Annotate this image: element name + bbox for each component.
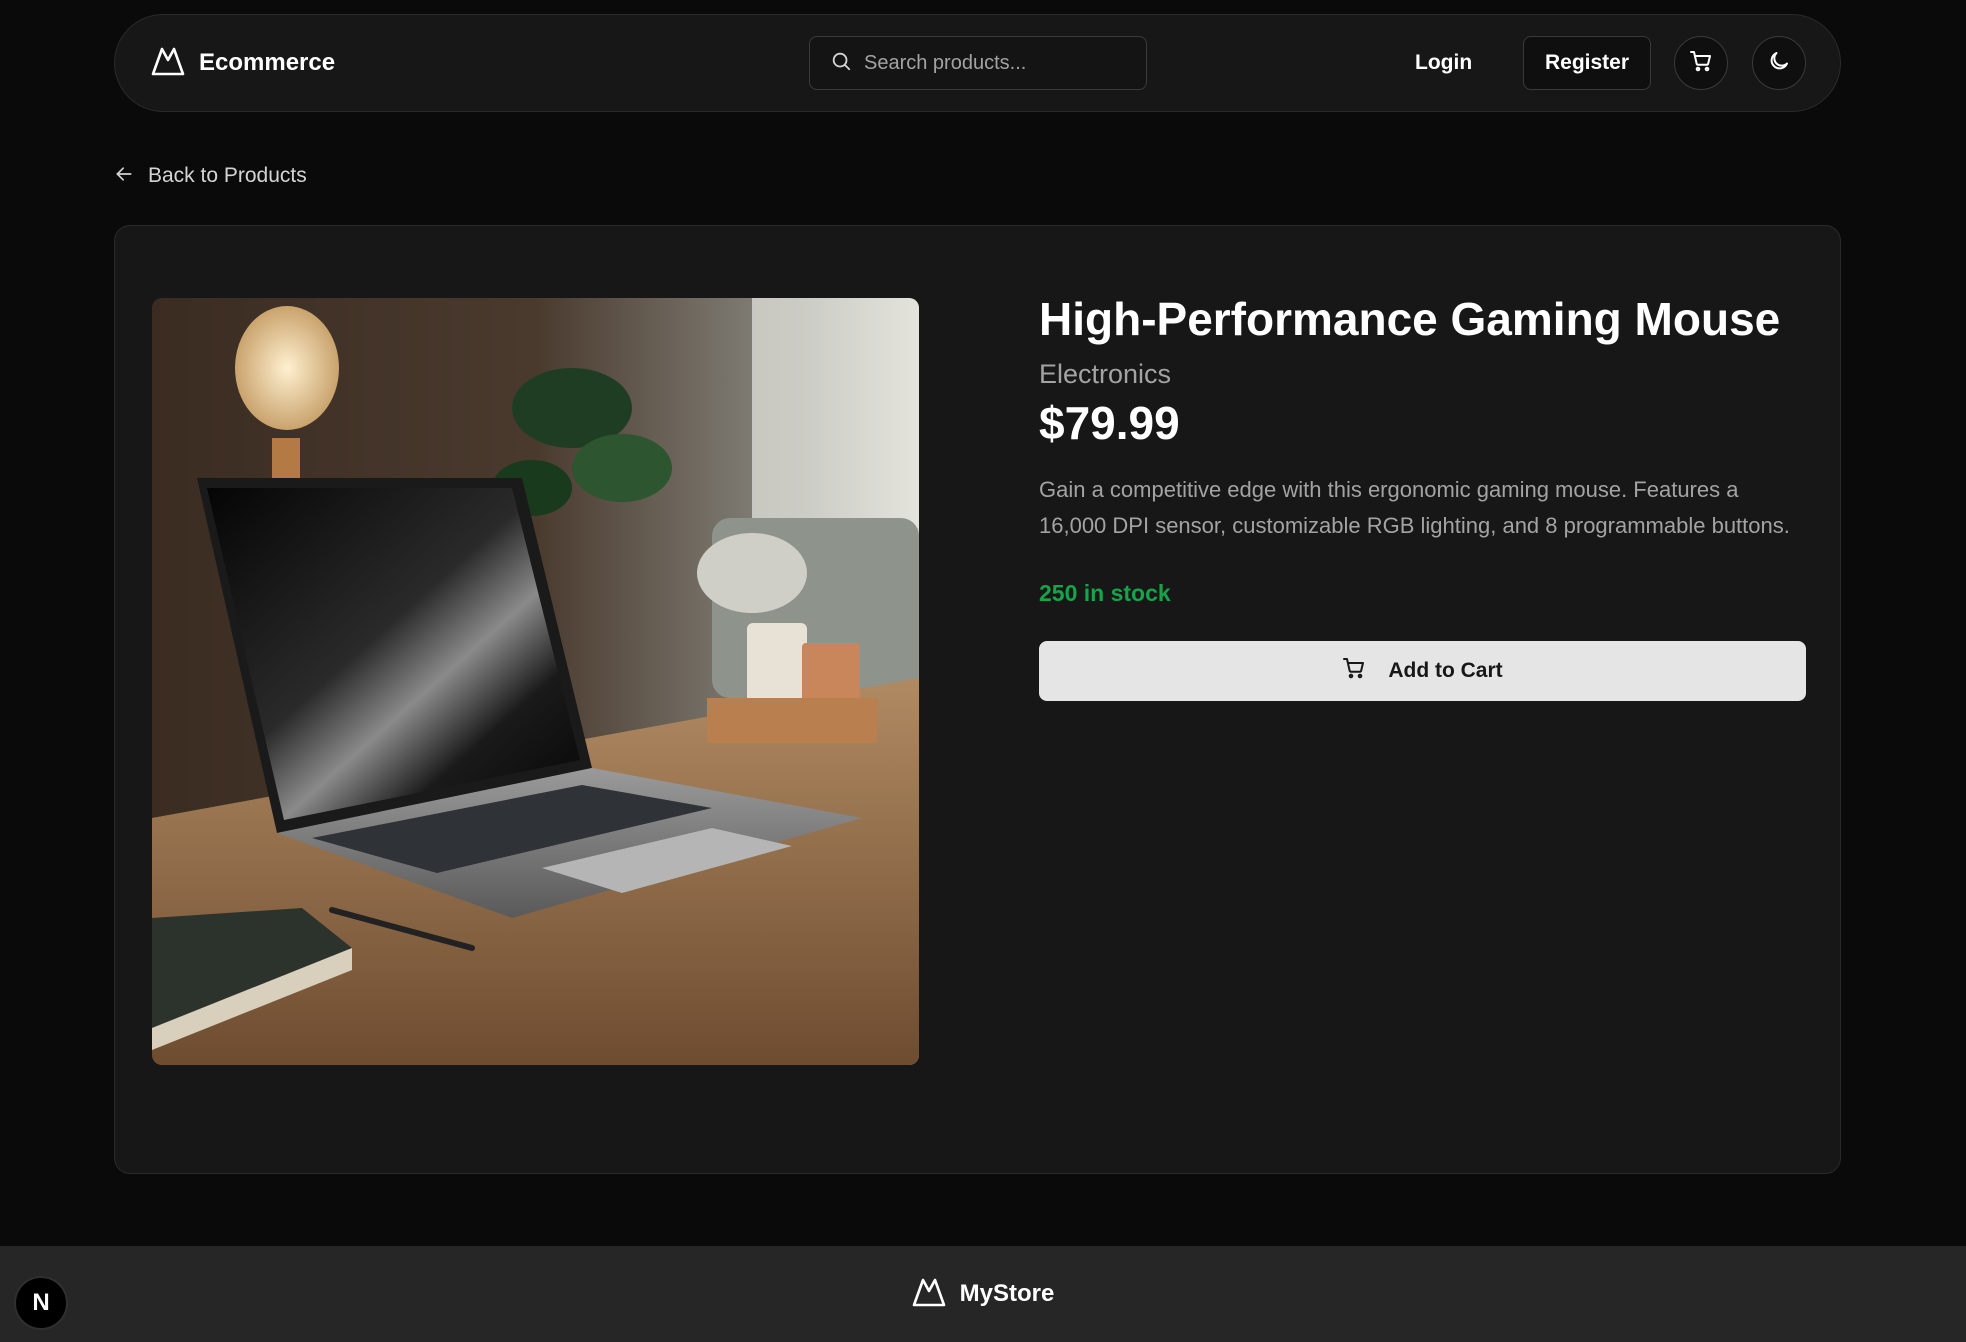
search-input[interactable]: [864, 51, 1124, 75]
search-box: [809, 36, 1147, 90]
product-info: High-Performance Gaming Mouse Electronic…: [1039, 292, 1806, 702]
footer-brand: MyStore: [959, 1280, 1055, 1307]
moon-icon: [1767, 49, 1791, 78]
add-to-cart-label: Add to Cart: [1388, 659, 1503, 683]
product-card: High-Performance Gaming Mouse Electronic…: [114, 225, 1841, 1174]
product-category: Electronics: [1039, 359, 1172, 390]
add-to-cart-button[interactable]: Add to Cart: [1039, 641, 1806, 702]
back-to-products-link[interactable]: Back to Products: [114, 158, 307, 194]
theme-toggle-button[interactable]: [1752, 36, 1806, 90]
stock-status: 250 in stock: [1039, 580, 1171, 607]
brand-name: Ecommerce: [199, 49, 336, 76]
register-button[interactable]: Register: [1523, 36, 1651, 90]
login-button[interactable]: Login: [1395, 39, 1492, 87]
product-description: Gain a competitive edge with this ergono…: [1039, 477, 1790, 539]
dev-tools-badge[interactable]: N: [14, 1276, 68, 1330]
cart-icon: [1342, 656, 1366, 686]
cart-button[interactable]: [1674, 36, 1728, 90]
brand-link[interactable]: Ecommerce: [151, 15, 335, 111]
arrow-left-icon: [114, 164, 134, 189]
search-icon: [830, 50, 852, 77]
cart-icon: [1689, 49, 1713, 78]
footer: MyStore: [0, 1246, 1966, 1342]
logo-icon: [151, 46, 185, 81]
logo-icon: [912, 1277, 946, 1312]
product-title: High-Performance Gaming Mouse: [1039, 293, 1781, 345]
product-image: [152, 298, 919, 1065]
product-price: $79.99: [1039, 397, 1180, 450]
back-link-label: Back to Products: [148, 164, 307, 187]
top-navbar: Ecommerce Login Register: [114, 14, 1841, 112]
